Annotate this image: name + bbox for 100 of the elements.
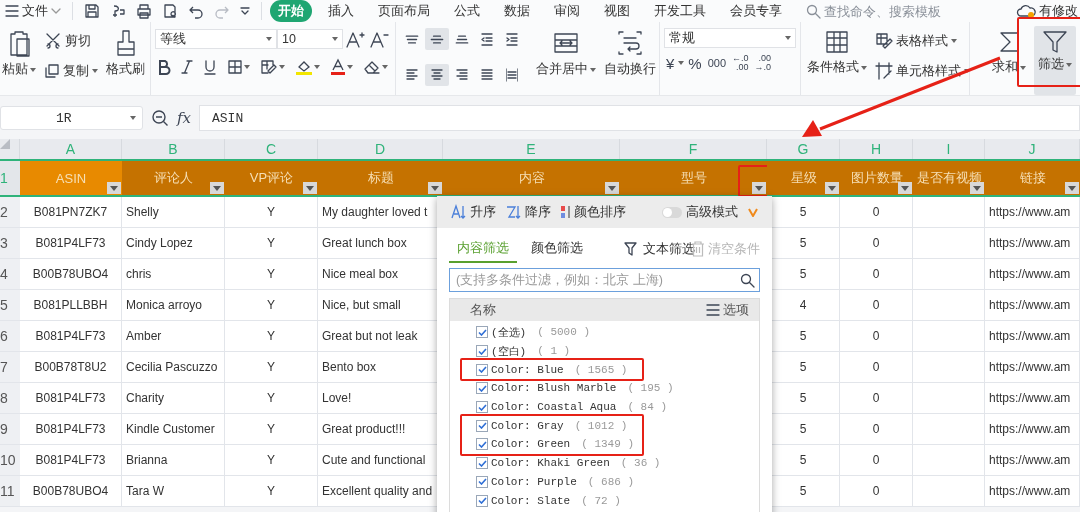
table-cell: Y xyxy=(225,352,318,383)
checkbox[interactable] xyxy=(476,326,488,339)
filter-dropdown-button[interactable] xyxy=(752,182,766,194)
advanced-mode-label: 高级模式 xyxy=(686,203,738,221)
checkbox[interactable] xyxy=(476,419,488,432)
table-cell: Tara W xyxy=(122,476,225,507)
table-cell: https://www.am xyxy=(985,321,1080,352)
filter-value[interactable]: Color: Slate xyxy=(491,494,571,507)
filter-value[interactable]: (空白) xyxy=(491,343,527,359)
filter-dropdown-button[interactable] xyxy=(428,182,442,194)
cut-button[interactable]: 剪切 xyxy=(42,30,100,52)
filter-dropdown-button[interactable] xyxy=(605,182,619,194)
checkbox[interactable] xyxy=(476,363,488,376)
ribbon-tab[interactable]: 插入 xyxy=(320,0,362,22)
menu-icon xyxy=(5,5,19,17)
ribbon-tab[interactable]: 页面布局 xyxy=(370,0,438,22)
filter-dropdown-button[interactable] xyxy=(970,182,984,194)
caret-icon xyxy=(92,69,98,73)
filter-dropdown-button[interactable] xyxy=(303,182,317,194)
check-icon xyxy=(477,497,487,505)
font-family-select[interactable]: 等线 xyxy=(155,29,277,49)
checkbox[interactable] xyxy=(476,401,488,414)
file-menu[interactable]: 文件 xyxy=(2,1,64,21)
table-cell: Y xyxy=(225,228,318,259)
copy-button[interactable]: 复制 xyxy=(42,60,100,82)
name-box[interactable]: 1R xyxy=(0,106,143,130)
table-cell: https://www.am xyxy=(985,383,1080,414)
ribbon-tab[interactable]: 公式 xyxy=(446,0,488,22)
formula-field[interactable]: ASIN xyxy=(199,105,1080,131)
filter-dropdown-button[interactable] xyxy=(210,182,224,194)
print-icon xyxy=(136,3,152,19)
currency-button[interactable]: ¥ xyxy=(664,52,677,74)
caret-icon xyxy=(244,65,250,69)
align-button[interactable] xyxy=(425,63,449,86)
number-format-select[interactable]: 常规 xyxy=(664,28,796,48)
table-cell: 0 xyxy=(840,352,913,383)
ribbon-tab[interactable]: 数据 xyxy=(496,0,538,22)
sum-button[interactable]: 求和 xyxy=(990,26,1028,95)
checkbox[interactable] xyxy=(476,457,488,470)
checkbox[interactable] xyxy=(476,475,488,488)
ribbon-tab[interactable]: 开发工具 xyxy=(646,0,714,22)
header-text: 评论人 xyxy=(154,169,193,187)
table-cell: https://www.am xyxy=(985,414,1080,445)
value-count: ( 36 ) xyxy=(620,457,661,470)
checkbox[interactable] xyxy=(476,494,488,507)
filter-value[interactable]: Color: Blush Marble xyxy=(491,382,617,395)
zoom-icon xyxy=(151,109,169,127)
table-cell: https://www.am xyxy=(985,352,1080,383)
filter-dropdown-button[interactable] xyxy=(898,182,912,194)
filter-value[interactable]: Color: Khaki Green xyxy=(491,457,610,470)
filter-search-field[interactable]: (支持多条件过滤，例如：北京 上海) xyxy=(449,268,760,292)
filter-dropdown-button[interactable] xyxy=(107,182,121,194)
filter-value[interactable]: Color: Coastal Aqua xyxy=(491,401,617,414)
thousands-button[interactable]: 000 xyxy=(705,52,729,74)
toggle-switch[interactable] xyxy=(662,206,682,218)
color-sort-button[interactable]: 颜色排序 xyxy=(561,203,626,221)
ribbon-tab[interactable]: 会员专享 xyxy=(722,0,790,22)
table-cell: Brianna xyxy=(122,445,225,476)
filter-value[interactable]: Color: Gray xyxy=(491,419,564,432)
filter-value[interactable]: Color: Green xyxy=(491,438,571,451)
sort-descending-button[interactable]: 降序 xyxy=(506,203,551,221)
sort-ascending-button[interactable]: 升序 xyxy=(451,203,496,221)
increase-decimal-button[interactable]: ←.0 .00 xyxy=(730,54,751,72)
format-painter-button[interactable]: 格式刷 xyxy=(104,26,147,95)
decrease-decimal-button[interactable]: .00 →.0 xyxy=(752,54,774,72)
caret-icon xyxy=(678,61,685,65)
align-button[interactable] xyxy=(425,28,449,50)
table-style-button[interactable]: 表格样式 xyxy=(873,30,972,52)
table-cell: Cecilia Pascuzzo xyxy=(122,352,225,383)
header-text: ASIN xyxy=(55,170,87,186)
table-cell: 0 xyxy=(840,197,913,228)
merge-center-button[interactable]: 合并居中 xyxy=(534,26,598,95)
fx-label[interactable]: fx xyxy=(177,109,191,127)
checkbox[interactable] xyxy=(476,438,488,451)
filter-tab[interactable]: 颜色筛选 xyxy=(523,235,591,263)
font-size-select[interactable]: 10 xyxy=(277,29,343,49)
filter-value[interactable]: (全选) xyxy=(491,324,527,340)
wrap-text-button[interactable]: 自动换行 xyxy=(602,26,658,95)
conditional-format-button[interactable]: 条件格式 xyxy=(805,26,869,95)
table-cell: 0 xyxy=(840,445,913,476)
checkbox[interactable] xyxy=(476,382,488,395)
value-count: ( 195 ) xyxy=(627,382,674,395)
filter-value[interactable]: Color: Blue xyxy=(491,363,564,376)
percent-button[interactable]: % xyxy=(686,52,704,74)
filter-button[interactable]: 筛选 xyxy=(1034,26,1076,95)
filter-value[interactable]: Color: Purple xyxy=(491,475,577,488)
paste-button[interactable]: 粘贴 xyxy=(0,26,38,95)
options-button[interactable]: 选项 xyxy=(706,301,749,319)
check-icon xyxy=(477,347,487,355)
table-cell: B00B78UBO4 xyxy=(20,259,122,290)
sort-descending-icon xyxy=(506,204,522,220)
table-cell: Y xyxy=(225,476,318,507)
search-field[interactable]: 查找命令、搜索模板 xyxy=(824,3,946,19)
table-cell: B081P4LF73 xyxy=(20,445,122,476)
filter-dropdown-button[interactable] xyxy=(825,182,839,194)
checkbox[interactable] xyxy=(476,345,488,358)
ribbon-tab[interactable]: 视图 xyxy=(596,0,638,22)
caret-icon xyxy=(951,39,957,43)
ribbon-tab[interactable]: 审阅 xyxy=(546,0,588,22)
filter-dropdown-button[interactable] xyxy=(1065,182,1079,194)
